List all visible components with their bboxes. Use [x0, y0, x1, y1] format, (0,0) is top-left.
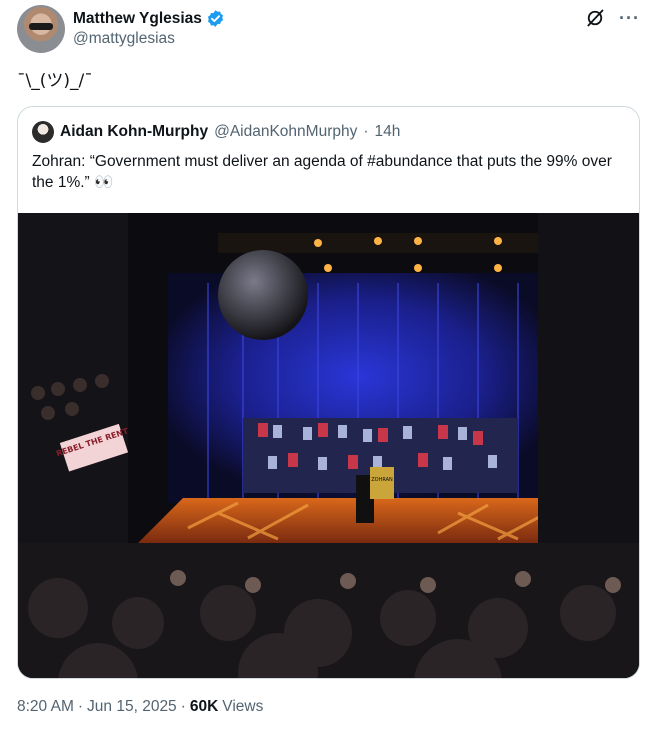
sunglasses-graphic	[29, 23, 53, 30]
tweet-actions: ···	[585, 8, 640, 28]
tweet-meta: 8:20 AM · Jun 15, 2025 · 60K Views	[17, 698, 263, 716]
tweet-time[interactable]: 8:20 AM	[17, 698, 74, 716]
quoted-tweet-text: Zohran: “Government must deliver an agen…	[32, 153, 612, 191]
author-avatar[interactable]	[17, 5, 65, 53]
more-options-icon[interactable]: ···	[619, 8, 640, 28]
quoted-timestamp[interactable]: 14h	[375, 123, 401, 141]
quoted-author-avatar[interactable]	[32, 121, 54, 143]
views-label: Views	[222, 698, 264, 715]
quoted-separator: ·	[363, 123, 369, 140]
svg-text:ZOHRAN: ZOHRAN	[371, 477, 393, 483]
verified-badge-icon	[207, 10, 223, 27]
meta-separator: ·	[77, 698, 84, 715]
grok-icon[interactable]	[585, 8, 605, 28]
author-name[interactable]: Matthew Yglesias	[73, 10, 202, 28]
tweet-date[interactable]: Jun 15, 2025	[87, 698, 177, 716]
views-count: 60K	[189, 698, 219, 715]
quoted-tweet[interactable]: Aidan Kohn-Murphy @AidanKohnMurphy · 14h…	[17, 106, 640, 679]
quoted-author-name[interactable]: Aidan Kohn-Murphy	[60, 123, 208, 141]
author-block: Matthew Yglesias @mattyglesias	[73, 9, 225, 48]
tweet-text: ¯\_(ツ)_/¯	[17, 71, 93, 91]
quoted-tweet-header: Aidan Kohn-Murphy @AidanKohnMurphy · 14h	[32, 121, 400, 143]
author-handle[interactable]: @mattyglesias	[73, 30, 225, 48]
quoted-author-handle[interactable]: @AidanKohnMurphy	[214, 123, 357, 141]
meta-separator: ·	[180, 698, 186, 715]
rally-stage-photo[interactable]: ZOHRAN REBEL THE RENT	[18, 213, 639, 679]
